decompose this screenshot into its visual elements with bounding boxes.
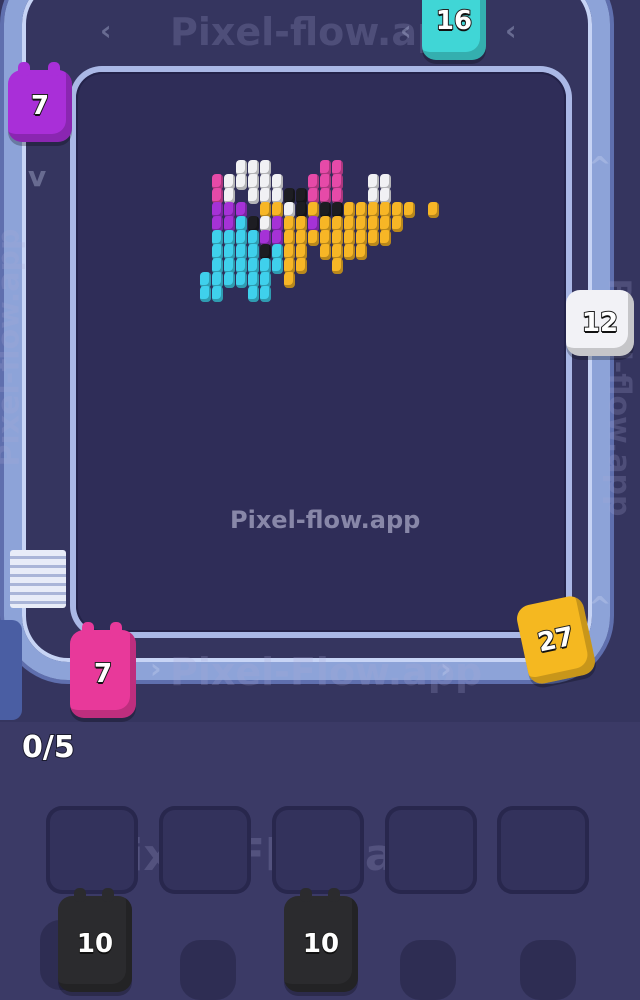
holding-slot [385,806,477,894]
piggy-ear [110,622,122,636]
launcher [0,620,22,720]
pixel-block [356,244,367,260]
piggy-count: 10 [302,928,340,960]
chevron-up-icon: ^ [588,590,612,623]
piggy-ear [82,622,94,636]
pixel-block [200,286,211,302]
holding-slot [159,806,251,894]
piggy-purple[interactable]: 7 [8,62,72,142]
piggy-count: 16 [435,5,473,37]
progress-counter: 0/5 [21,729,76,766]
entry-ramp [10,550,66,608]
game-scene: ‹ ‹ ‹ ^ ^ v › › Pixel-flow.app Pixel-Flo… [0,0,640,1000]
piggy-count: 12 [581,307,619,339]
queue-shadow [400,940,456,1000]
queue-shadow [520,940,576,1000]
pixel-block [284,272,295,288]
queue-piggy-black[interactable]: 10 [284,888,358,992]
pixel-block [272,258,283,274]
piggy-ear [328,888,340,902]
piggy-ear [48,62,60,76]
pixel-block [260,286,271,302]
chevron-up-icon: ^ [588,150,612,183]
piggy-ear [102,888,114,902]
pixel-art-board: Pixel-flow.app [76,72,566,632]
watermark-left-rail: Pixel-flow.app [0,228,27,467]
pixel-block [224,272,235,288]
holding-slot [497,806,589,894]
piggy-count: 7 [93,658,113,690]
piggy-white[interactable]: 12 [566,290,634,356]
pixel-block [236,272,247,288]
piggy-count: 7 [30,90,50,122]
pixel-block [320,244,331,260]
chevron-left-icon: ‹ [505,14,517,47]
pixel-block [404,202,415,218]
piggy-pink[interactable]: 7 [70,622,136,718]
pixel-block [308,230,319,246]
chevron-left-icon: ‹ [100,14,112,47]
holding-slot [46,806,138,894]
queue-piggy-black[interactable]: 10 [58,888,132,992]
pixel-block [428,202,439,218]
pixel-block [212,286,223,302]
watermark-track-bottom: Pixel-Flow.app [170,650,483,694]
pixel-block [248,286,259,302]
pixel-block [380,230,391,246]
pixel-block [332,258,343,274]
holding-slot [272,806,364,894]
piggy-ear [74,888,86,902]
chevron-right-icon: › [150,652,162,685]
piggy-ear [300,888,312,902]
piggy-count: 10 [76,928,114,960]
chevron-down-icon: v [28,160,47,193]
queue-shadow [180,940,236,1000]
pixel-block [368,230,379,246]
pixel-block [248,188,259,204]
piggy-ear [18,62,30,76]
pixel-block [344,244,355,260]
pixel-block [296,258,307,274]
piggy-count: 27 [534,621,578,660]
pixel-block [236,174,247,190]
piggy-cyan[interactable]: 16 [422,0,486,60]
pixel-block [392,216,403,232]
watermark-center: Pixel-flow.app [230,506,421,534]
